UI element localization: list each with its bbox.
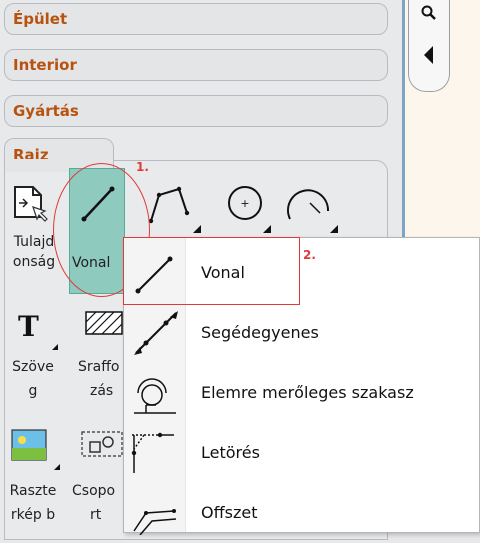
annotation-step1: 1. [136, 160, 149, 174]
tool-polyline[interactable] [145, 175, 207, 235]
tool-circle[interactable]: + [215, 175, 277, 235]
construction-line-icon [134, 311, 178, 355]
menu-item-label: Segédegyenes [201, 323, 319, 342]
menu-item-label: Elemre merőleges szakasz [201, 383, 414, 402]
svg-text:T: T [18, 310, 39, 343]
collapse-left-icon[interactable] [409, 44, 449, 70]
tool-label: Raszte [9, 483, 57, 499]
menu-item-label: Offszet [201, 503, 258, 522]
tool-csoport[interactable]: Csopo rt [66, 420, 124, 533]
category-label: Interior [13, 56, 77, 74]
category-label: Épület [13, 10, 68, 28]
circle-icon: + [228, 186, 271, 233]
tool-label: onság [12, 254, 56, 270]
hatch-icon [85, 311, 123, 335]
properties-icon [14, 186, 48, 222]
arc-icon [287, 189, 338, 233]
offset-icon [133, 509, 177, 535]
group-icon [81, 431, 123, 457]
menu-item-elemre-meroleges[interactable]: Elemre merőleges szakasz [124, 363, 480, 423]
tool-arc[interactable] [280, 175, 342, 235]
raster-image-icon [11, 429, 60, 470]
annotation-box [123, 237, 300, 305]
tool-label: g [28, 383, 38, 399]
category-epulet[interactable]: Épület [4, 3, 388, 35]
text-icon: T [18, 310, 58, 350]
tool-label: Szöve [12, 359, 54, 375]
tool-label: rkép b [10, 507, 56, 523]
tool-label: zás [90, 383, 114, 399]
tool-label: Csopo [72, 483, 116, 499]
menu-item-letores[interactable]: Letörés [124, 423, 480, 483]
chamfer-icon [131, 432, 174, 473]
category-label: Gyártás [13, 102, 79, 120]
menu-item-offszet[interactable]: Offszet [124, 483, 480, 543]
floating-toolbar [408, 0, 450, 92]
tool-raszterkep[interactable]: Raszte rkép b [2, 420, 64, 533]
zoom-icon[interactable] [409, 4, 449, 26]
tool-label: rt [90, 507, 102, 523]
tool-szoveg[interactable]: T Szöve g [2, 300, 64, 410]
annotation-step2: 2. [303, 248, 316, 262]
perpendicular-segment-icon [134, 378, 176, 414]
tool-sraffozas[interactable]: Sraffo zás [66, 300, 124, 410]
menu-item-segedegyenes[interactable]: Segédegyenes [124, 303, 480, 363]
tool-label: Sraffo [78, 359, 120, 375]
menu-item-label: Letörés [201, 443, 260, 462]
category-interior[interactable]: Interior [4, 49, 388, 81]
category-gyartas[interactable]: Gyártás [4, 95, 388, 127]
polyline-icon [148, 186, 201, 233]
svg-text:+: + [240, 197, 249, 210]
